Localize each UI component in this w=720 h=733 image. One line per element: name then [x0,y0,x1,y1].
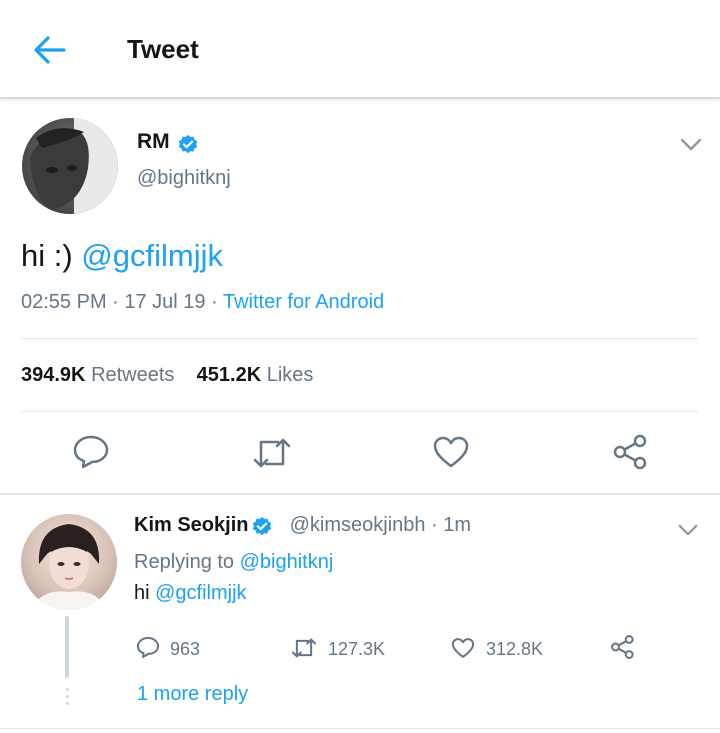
reply-author-name[interactable]: Kim Seokjin [134,514,248,536]
thread-dot [66,695,69,698]
top-bar: Tweet [0,0,720,99]
verified-badge-icon [178,134,198,154]
divider [21,338,698,339]
retweets-stat[interactable]: 394.9K Retweets [21,364,174,386]
reply-text: hi @gcfilmjjk [134,582,247,605]
reply-mention-link[interactable]: @gcfilmjjk [155,582,246,604]
avatar-photo [30,118,118,214]
page-title: Tweet [127,34,199,64]
reply-handle-time[interactable]: @kimseokjinbh · 1m [290,514,471,536]
thread-line [65,616,69,678]
likes-count: 451.2K [196,364,262,386]
replying-to: Replying to @bighitknj [134,551,333,574]
replying-to-label: Replying to [134,551,240,573]
engagement-stats: 394.9K Retweets 451.2K Likes [21,364,313,387]
retweets-count: 394.9K [21,364,86,386]
thread-dot [66,688,69,691]
reply-retweets-count: 127.3K [328,639,386,659]
tweet-timestamp: 02:55 PM · 17 Jul 19 · [21,291,223,313]
avatar-photo [31,524,107,610]
like-heart-icon[interactable] [432,435,470,469]
tweet-mention-link[interactable]: @gcfilmjjk [81,238,223,273]
likes-stat[interactable]: 451.2K Likes [197,364,314,386]
reply-likes-count: 312.8K [486,639,544,659]
share-icon[interactable] [610,634,636,660]
chevron-down-icon[interactable] [678,524,698,537]
chevron-down-icon[interactable] [680,138,702,152]
replying-to-handle[interactable]: @bighitknj [240,551,334,573]
reply-icon[interactable] [72,434,110,470]
back-button[interactable] [30,33,70,67]
tweet-meta: 02:55 PM · 17 Jul 19 · Twitter for Andro… [21,291,384,314]
thread-dot [66,702,69,705]
section-divider [0,493,720,495]
author-handle[interactable]: @bighitknj [137,167,231,190]
retweet-icon[interactable] [252,436,292,470]
reply-author-avatar[interactable] [21,514,117,610]
reply-text-body: hi [134,582,156,604]
retweets-label: Retweets [91,364,175,386]
author-name[interactable]: RM [137,130,170,154]
tweet-text-body: hi :) [21,238,82,273]
author-avatar[interactable] [22,118,118,214]
share-icon[interactable] [612,434,650,470]
arrow-left-icon [34,36,66,64]
like-heart-icon[interactable] [451,637,475,659]
retweet-icon[interactable] [290,637,318,659]
more-replies-link[interactable]: 1 more reply [137,683,248,706]
reply-icon[interactable] [136,636,160,659]
reply-replies-count: 963 [170,639,201,659]
divider [0,728,720,729]
reply-header: Kim Seokjin @kimseokjinbh · 1m [134,514,471,537]
verified-badge-icon [252,516,272,536]
tweet-source-link[interactable]: Twitter for Android [223,291,384,313]
tweet-text: hi :) @gcfilmjjk [21,238,223,274]
divider [21,411,698,412]
likes-label: Likes [266,364,314,386]
